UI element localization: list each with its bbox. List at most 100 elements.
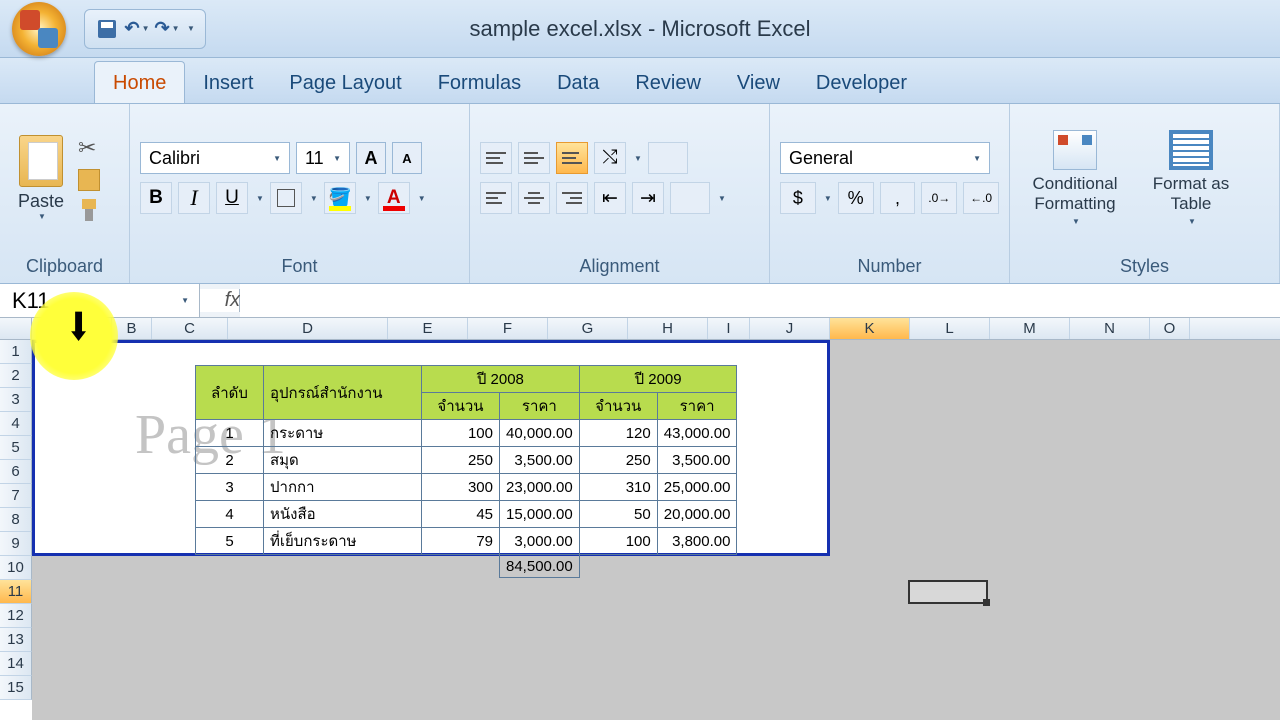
redo-icon: ↷ [155,18,170,39]
fx-button[interactable]: fx [200,289,240,312]
col-header-H[interactable]: H [628,318,708,339]
col-header-O[interactable]: O [1150,318,1190,339]
borders-button[interactable] [270,182,302,214]
th-year1: ปี 2008 [422,366,580,393]
row-header-12[interactable]: 12 [0,604,32,628]
qat-customize[interactable]: ▼ [187,24,195,33]
number-format-combo[interactable]: General▼ [780,142,990,174]
row-header-13[interactable]: 13 [0,628,32,652]
row-header-9[interactable]: 9 [0,532,32,556]
middle-align-button[interactable] [518,142,550,174]
col-header-B[interactable]: B [112,318,152,339]
window-title: sample excel.xlsx - Microsoft Excel [469,16,810,42]
th-item: อุปกรณ์สำนักงาน [264,366,422,420]
tab-insert[interactable]: Insert [185,62,271,103]
row-header-2[interactable]: 2 [0,364,32,388]
row-header-5[interactable]: 5 [0,436,32,460]
copy-button[interactable] [78,169,100,191]
clipboard-group: Paste ▼ ✂ Clipboard [0,104,130,283]
row-header-7[interactable]: 7 [0,484,32,508]
th-year2: ปี 2009 [579,366,737,393]
number-group: General▼ $▼ % , .0→ ←.0 Number [770,104,1010,283]
redo-button[interactable]: ↷▼ [155,17,179,41]
col-header-N[interactable]: N [1070,318,1150,339]
increase-indent-button[interactable]: ⇥ [632,182,664,214]
col-header-J[interactable]: J [750,318,830,339]
save-icon [98,20,116,38]
row-header-14[interactable]: 14 [0,652,32,676]
align-right-button[interactable] [556,182,588,214]
align-left-button[interactable] [480,182,512,214]
font-group: Calibri▼ 11▼ A A B I U▼ ▼ 🪣▼ A▼ Font [130,104,470,283]
col-header-A[interactable]: A [32,318,112,339]
bottom-align-button[interactable] [556,142,588,174]
cut-button[interactable]: ✂ [78,135,100,161]
cell-selection [908,580,988,604]
wrap-text-button[interactable] [648,142,688,174]
save-button[interactable] [95,17,119,41]
col-header-C[interactable]: C [152,318,228,339]
worksheet-grid[interactable]: ABCDEFGHIJKLMNO 123456789101112131415 Pa… [0,318,1280,720]
row-header-15[interactable]: 15 [0,676,32,700]
format-painter-button[interactable] [78,199,100,221]
conditional-formatting-button[interactable]: Conditional Formatting▼ [1020,130,1130,226]
shrink-font-button[interactable]: A [392,142,422,174]
row-header-11[interactable]: 11 [0,580,32,604]
row-header-8[interactable]: 8 [0,508,32,532]
grow-font-button[interactable]: A [356,142,386,174]
tab-developer[interactable]: Developer [798,62,925,103]
bold-button[interactable]: B [140,182,172,214]
th-seq: ลำดับ [196,366,264,420]
currency-button[interactable]: $ [780,182,816,214]
font-name-combo[interactable]: Calibri▼ [140,142,290,174]
col-header-F[interactable]: F [468,318,548,339]
col-header-M[interactable]: M [990,318,1070,339]
col-header-E[interactable]: E [388,318,468,339]
font-color-button[interactable]: A [378,182,410,214]
tab-formulas[interactable]: Formulas [420,62,539,103]
formula-bar: K11▼ fx [0,284,1280,318]
select-all-corner[interactable] [0,318,32,339]
office-button[interactable] [12,2,66,56]
orientation-button[interactable]: ⤭ [594,142,626,174]
merge-center-button[interactable] [670,182,710,214]
col-header-K[interactable]: K [830,318,910,339]
styles-group: Conditional Formatting▼ Format as Table▼… [1010,104,1280,283]
underline-button[interactable]: U [216,182,248,214]
formula-input[interactable] [240,284,1280,317]
tab-data[interactable]: Data [539,62,617,103]
comma-button[interactable]: , [880,182,916,214]
decrease-decimal-button[interactable]: ←.0 [963,182,999,214]
format-as-table-button[interactable]: Format as Table▼ [1136,130,1246,226]
tab-view[interactable]: View [719,62,798,103]
font-size-combo[interactable]: 11▼ [296,142,350,174]
title-bar: ↶▼ ↷▼ ▼ sample excel.xlsx - Microsoft Ex… [0,0,1280,58]
top-align-button[interactable] [480,142,512,174]
row-header-10[interactable]: 10 [0,556,32,580]
undo-button[interactable]: ↶▼ [125,17,149,41]
name-box[interactable]: K11▼ [0,284,200,317]
row-header-1[interactable]: 1 [0,340,32,364]
data-table: ลำดับ อุปกรณ์สำนักงาน ปี 2008 ปี 2009 จำ… [195,365,737,578]
tab-home[interactable]: Home [94,61,185,103]
table-row: 4หนังสือ4515,000.005020,000.00 [196,501,737,528]
tab-page-layout[interactable]: Page Layout [271,62,419,103]
paste-button[interactable]: Paste ▼ [10,135,72,221]
col-header-D[interactable]: D [228,318,388,339]
undo-icon: ↶ [125,18,140,39]
row-header-4[interactable]: 4 [0,412,32,436]
percent-button[interactable]: % [838,182,874,214]
row-header-6[interactable]: 6 [0,460,32,484]
italic-button[interactable]: I [178,182,210,214]
col-header-G[interactable]: G [548,318,628,339]
align-center-button[interactable] [518,182,550,214]
ribbon: Paste ▼ ✂ Clipboard Calibri▼ 11▼ A A B I… [0,104,1280,284]
row-header-3[interactable]: 3 [0,388,32,412]
fill-color-button[interactable]: 🪣 [324,182,356,214]
quick-access-toolbar: ↶▼ ↷▼ ▼ [84,9,206,49]
increase-decimal-button[interactable]: .0→ [921,182,957,214]
tab-review[interactable]: Review [617,62,719,103]
decrease-indent-button[interactable]: ⇤ [594,182,626,214]
col-header-I[interactable]: I [708,318,750,339]
col-header-L[interactable]: L [910,318,990,339]
